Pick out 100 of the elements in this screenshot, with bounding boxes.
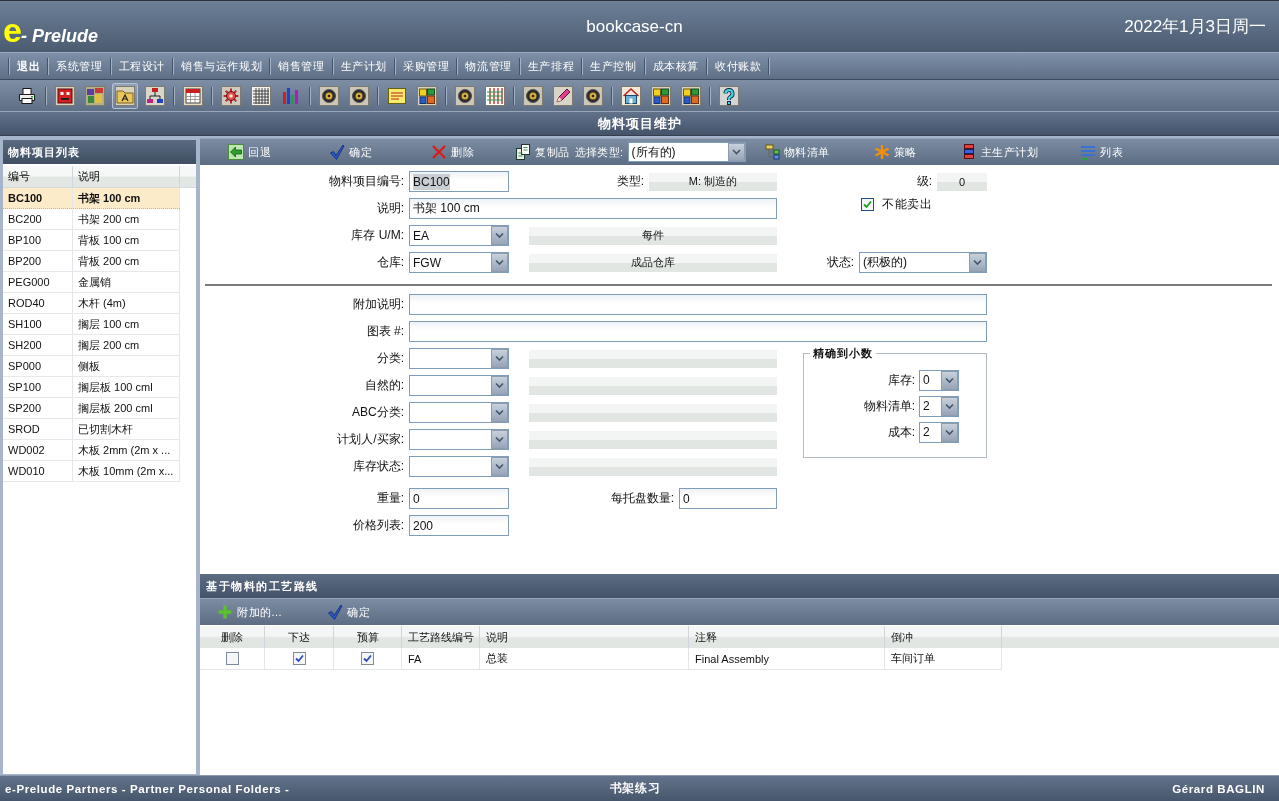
column-header[interactable]: 编号 bbox=[3, 166, 73, 187]
list-row[interactable]: SP000 侧板 bbox=[3, 356, 180, 377]
list-cell: BP100 bbox=[3, 230, 73, 250]
menu-item[interactable]: 采购管理 bbox=[396, 57, 457, 75]
menu-item[interactable]: 系统管理 bbox=[49, 57, 110, 75]
status-select[interactable]: (积极的) bbox=[859, 252, 987, 273]
checkbox[interactable] bbox=[861, 198, 874, 211]
code-select[interactable] bbox=[409, 348, 509, 369]
list-cell: SP200 bbox=[3, 398, 73, 418]
unit-select[interactable]: EA bbox=[409, 225, 509, 246]
menu-item[interactable]: 生产控制 bbox=[583, 57, 644, 75]
confirm-button[interactable]: 确定 bbox=[329, 144, 372, 160]
column-header[interactable]: 删除 bbox=[200, 626, 265, 648]
menu-item[interactable]: 工程设计 bbox=[111, 57, 172, 75]
blocks-icon bbox=[651, 85, 671, 106]
type-filter-select[interactable]: (所有的) bbox=[627, 142, 746, 162]
menu-item[interactable]: 生产计划 bbox=[333, 57, 395, 75]
type-display: M: 制造的 bbox=[649, 172, 777, 191]
list-row[interactable]: BC200 书架 200 cm bbox=[3, 209, 180, 230]
precision-select[interactable]: 2 bbox=[919, 421, 959, 443]
blocks-icon bbox=[681, 85, 701, 106]
list-cell: 背板 200 cm bbox=[73, 251, 180, 271]
list-row[interactable]: BP100 背板 100 cm bbox=[3, 230, 180, 251]
checkbox[interactable] bbox=[292, 652, 306, 665]
table-cell: FA bbox=[402, 648, 480, 670]
list-button[interactable]: 列表 bbox=[1080, 144, 1124, 160]
warehouse-select[interactable]: FGW bbox=[409, 252, 509, 273]
menu-item[interactable]: 销售与运作规划 bbox=[174, 57, 270, 75]
menu-item[interactable]: 销售管理 bbox=[271, 57, 332, 75]
item-number-field[interactable]: BC100 bbox=[409, 171, 509, 192]
code-select[interactable] bbox=[409, 402, 509, 423]
confirm-button[interactable]: 确定 bbox=[327, 604, 371, 620]
menu-item[interactable]: 退出 bbox=[10, 57, 48, 75]
list-row[interactable]: PEG000 金属销 bbox=[3, 272, 180, 293]
menu-item[interactable]: 物流管理 bbox=[458, 57, 519, 75]
page-title: 物料项目维护 bbox=[597, 114, 682, 133]
column-header[interactable]: 预算 bbox=[334, 626, 402, 648]
check-icon bbox=[327, 604, 344, 620]
list-row[interactable]: SH100 搁层 100 cm bbox=[3, 314, 180, 335]
disc-icon bbox=[349, 85, 369, 106]
list-row[interactable]: WD002 木板 2mm (2m x ... bbox=[3, 440, 180, 461]
list-row[interactable]: ROD40 木杆 (4m) bbox=[3, 293, 180, 314]
field-label: 附加说明: bbox=[352, 296, 404, 313]
checkbox[interactable] bbox=[225, 652, 239, 665]
checkbox[interactable] bbox=[361, 652, 374, 665]
column-header[interactable]: 说明 bbox=[73, 166, 180, 187]
menu-item[interactable]: 成本核算 bbox=[645, 57, 707, 75]
list-cell: BC200 bbox=[3, 209, 73, 229]
column-header[interactable]: 工艺路线编号 bbox=[402, 626, 480, 648]
list-row[interactable]: SROD 已切割木杆 bbox=[3, 419, 180, 440]
list-cell: SH200 bbox=[3, 335, 73, 355]
code-select[interactable] bbox=[409, 375, 509, 396]
column-header[interactable]: 说明 bbox=[480, 626, 689, 648]
delete-button[interactable]: 删除 bbox=[431, 144, 474, 160]
code-select[interactable] bbox=[409, 456, 509, 477]
field-label: 重量: bbox=[376, 490, 404, 507]
list-cell: SROD bbox=[3, 419, 73, 439]
list-row[interactable]: BP200 背板 200 cm bbox=[3, 251, 180, 272]
list-row[interactable]: SH200 搁层 200 cm bbox=[3, 335, 180, 356]
extra-description-field[interactable] bbox=[409, 294, 987, 315]
price-list-field[interactable]: 200 bbox=[409, 515, 509, 536]
precision-select[interactable]: 0 bbox=[919, 369, 959, 391]
pallet-quantity-field[interactable]: 0 bbox=[679, 488, 777, 509]
menu-item[interactable]: 收付账款 bbox=[708, 57, 769, 75]
drawing-number-field[interactable] bbox=[409, 321, 987, 342]
disc-icon bbox=[583, 85, 603, 106]
network-icon bbox=[145, 85, 165, 106]
list-cell: 书架 200 cm bbox=[73, 209, 180, 229]
menu-item[interactable]: 生产排程 bbox=[520, 57, 582, 75]
logo: e- Prelude bbox=[3, 9, 98, 46]
status-text: Gérard BAGLIN bbox=[1172, 782, 1265, 795]
list-row[interactable]: WD010 木板 10mm (2m x... bbox=[3, 461, 180, 482]
copy-button[interactable]: 复制品 bbox=[515, 144, 570, 160]
weight-field[interactable]: 0 bbox=[409, 488, 509, 509]
table-icon bbox=[485, 85, 505, 106]
list-cell: SP100 bbox=[3, 377, 73, 397]
strategy-button[interactable]: 策略 bbox=[873, 144, 917, 160]
caret-icon bbox=[491, 403, 508, 422]
disc-icon bbox=[455, 85, 475, 106]
description-field[interactable]: 书架 100 cm bbox=[409, 198, 777, 219]
back-button[interactable]: 回退 bbox=[228, 144, 271, 160]
status-text: e-Prelude Partners - Partner Personal Folders - bbox=[5, 782, 290, 795]
field-label: 库存: bbox=[887, 371, 915, 389]
add-button[interactable]: 附加的... bbox=[217, 604, 283, 620]
field-label: 自然的: bbox=[364, 377, 404, 394]
list-row[interactable]: BC100 书架 100 cm bbox=[3, 188, 180, 209]
column-header[interactable]: 倒冲 bbox=[885, 626, 1002, 648]
table-cell: Final Assembly bbox=[689, 648, 885, 670]
precision-select[interactable]: 2 bbox=[919, 395, 959, 417]
house-icon bbox=[621, 85, 641, 106]
list-row[interactable]: SP100 搁层板 100 cml bbox=[3, 377, 180, 398]
caret-icon bbox=[491, 430, 508, 449]
hierarchy-icon bbox=[763, 144, 780, 160]
list-row[interactable]: SP200 搁层板 200 cml bbox=[3, 398, 180, 419]
code-select[interactable] bbox=[409, 429, 509, 450]
caret-icon bbox=[969, 253, 986, 272]
column-header[interactable]: 下达 bbox=[265, 626, 334, 648]
bom-button[interactable]: 物料清单 bbox=[763, 144, 830, 160]
mps-button[interactable]: 主生产计划 bbox=[960, 144, 1039, 160]
column-header[interactable]: 注释 bbox=[689, 626, 885, 648]
